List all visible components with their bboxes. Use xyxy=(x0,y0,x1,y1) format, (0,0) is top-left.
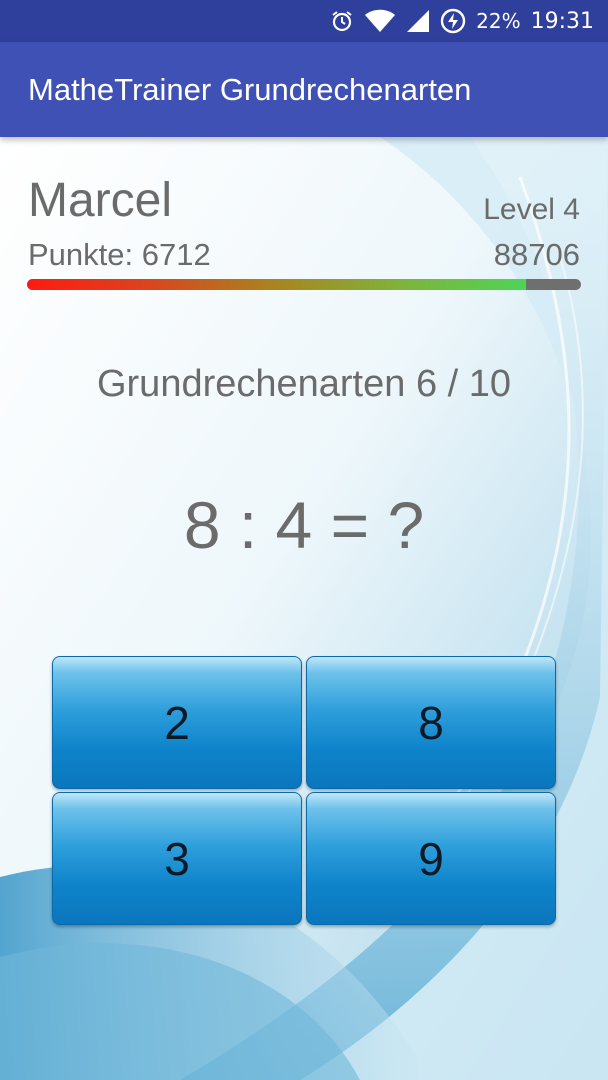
answer-label: 8 xyxy=(418,696,444,749)
answer-button-2[interactable]: 8 xyxy=(306,656,556,789)
app-title: MatheTrainer Grundrechenarten xyxy=(28,71,472,107)
wifi-icon xyxy=(364,9,396,33)
math-question: 8 : 4 = ? xyxy=(183,488,425,562)
answer-label: 3 xyxy=(164,832,190,885)
answer-button-4[interactable]: 9 xyxy=(306,792,556,925)
battery-charging-icon xyxy=(440,8,466,34)
answer-button-3[interactable]: 3 xyxy=(52,792,302,925)
answer-label: 2 xyxy=(164,696,190,749)
answer-button-1[interactable]: 2 xyxy=(52,656,302,789)
cell-signal-icon xyxy=(406,9,430,33)
level-label: Level 4 xyxy=(483,193,580,226)
level-progress-bar xyxy=(27,279,581,290)
next-level-points: 88706 xyxy=(493,237,580,272)
alarm-icon xyxy=(330,9,354,33)
status-bar: 22% 19:31 xyxy=(0,0,608,42)
clock: 19:31 xyxy=(530,8,594,34)
round-counter: Grundrechenarten 6 / 10 xyxy=(96,363,512,405)
app-bar: MatheTrainer Grundrechenarten xyxy=(0,42,608,137)
main-content: Marcel Level 4 Punkte: 6712 88706 Grundr… xyxy=(0,137,608,1080)
player-name: Marcel xyxy=(28,174,173,227)
answer-label: 9 xyxy=(418,832,444,885)
points-label: Punkte: 6712 xyxy=(28,237,211,272)
battery-percent: 22% xyxy=(476,9,521,33)
level-progress-fill xyxy=(27,279,526,290)
